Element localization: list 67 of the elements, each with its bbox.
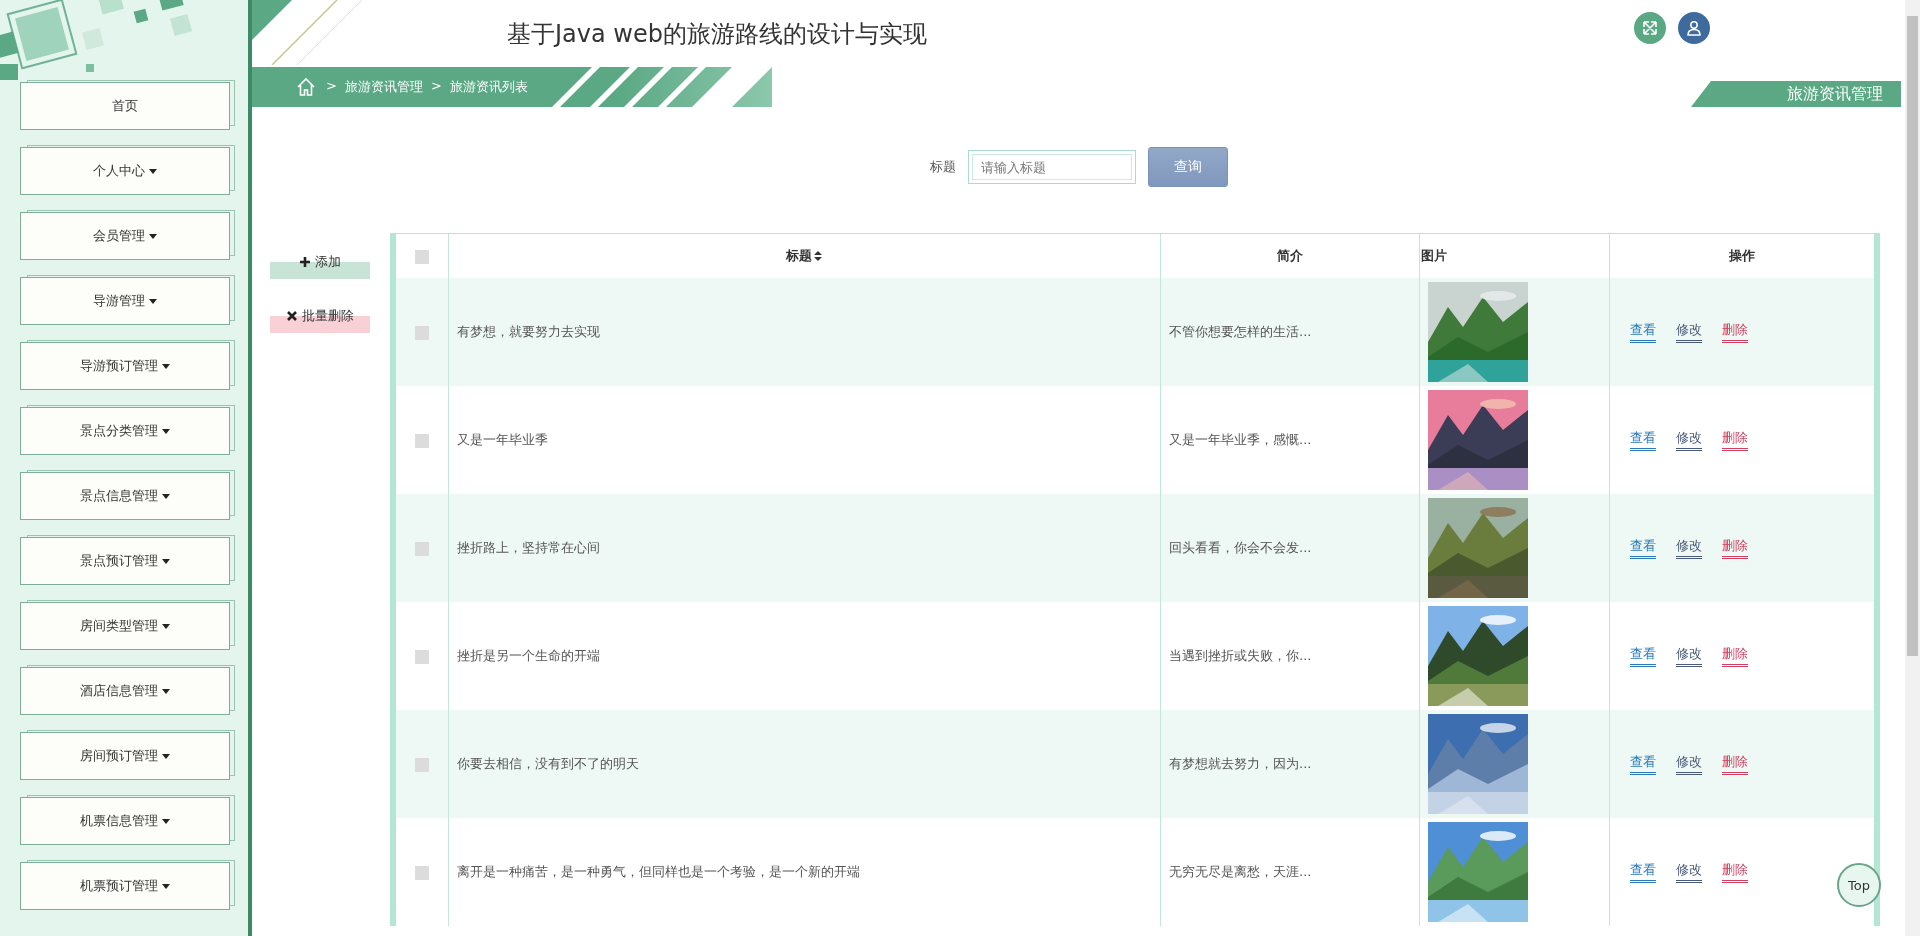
caret-icon bbox=[162, 558, 170, 564]
column-header[interactable]: 标题 bbox=[786, 247, 822, 265]
delete-link[interactable]: 删除 bbox=[1722, 861, 1748, 883]
breadcrumb-separator: > bbox=[430, 78, 442, 95]
caret-icon bbox=[149, 233, 157, 239]
caret-icon bbox=[149, 298, 157, 304]
edit-link[interactable]: 修改 bbox=[1676, 429, 1702, 451]
row-checkbox[interactable] bbox=[415, 541, 429, 556]
table-cell: 你要去相信，没有到不了的明天 bbox=[457, 756, 639, 771]
table-cell: 无穷无尽是离愁，天涯... bbox=[1169, 864, 1312, 879]
close-icon bbox=[286, 310, 298, 322]
caret-icon bbox=[162, 363, 170, 369]
edit-link[interactable]: 修改 bbox=[1676, 537, 1702, 559]
row-checkbox[interactable] bbox=[415, 865, 429, 880]
table-cell: 回头看看，你会不会发... bbox=[1169, 540, 1312, 555]
user-icon bbox=[1686, 20, 1702, 36]
caret-icon bbox=[149, 168, 157, 174]
table-cell: 挫折路上，坚持常在心间 bbox=[457, 540, 600, 555]
user-button[interactable] bbox=[1678, 12, 1710, 44]
row-checkbox[interactable] bbox=[415, 325, 429, 340]
edit-link[interactable]: 修改 bbox=[1676, 753, 1702, 775]
table-cell: 有梦想，就要努力去实现 bbox=[457, 324, 600, 339]
table-cell: 又是一年毕业季，感慨... bbox=[1169, 432, 1312, 447]
caret-icon bbox=[162, 753, 170, 759]
column-header: 操作 bbox=[1729, 247, 1755, 265]
edit-link[interactable]: 修改 bbox=[1676, 321, 1702, 343]
view-link[interactable]: 查看 bbox=[1630, 645, 1656, 667]
row-checkbox[interactable] bbox=[415, 757, 429, 772]
breadcrumb-separator: > bbox=[326, 78, 337, 95]
caret-icon bbox=[162, 883, 170, 889]
sort-icon bbox=[814, 251, 822, 261]
table-cell: 不管你想要怎样的生活... bbox=[1169, 324, 1312, 339]
select-all-checkbox[interactable] bbox=[415, 249, 429, 264]
expand-icon bbox=[1642, 20, 1658, 36]
view-link[interactable]: 查看 bbox=[1630, 537, 1656, 559]
table-cell: 当遇到挫折或失败，你... bbox=[1169, 648, 1312, 663]
fullscreen-button[interactable] bbox=[1634, 12, 1666, 44]
view-link[interactable]: 查看 bbox=[1630, 861, 1656, 883]
delete-link[interactable]: 删除 bbox=[1722, 645, 1748, 667]
caret-icon bbox=[162, 493, 170, 499]
column-header: 图片 bbox=[1421, 247, 1447, 265]
caret-icon bbox=[162, 623, 170, 629]
view-link[interactable]: 查看 bbox=[1630, 753, 1656, 775]
table-cell: 挫折是另一个生命的开端 bbox=[457, 648, 600, 663]
caret-icon bbox=[162, 818, 170, 824]
view-link[interactable]: 查看 bbox=[1630, 321, 1656, 343]
home-icon[interactable] bbox=[296, 77, 316, 97]
caret-icon bbox=[162, 428, 170, 434]
edit-link[interactable]: 修改 bbox=[1676, 645, 1702, 667]
table-cell: 有梦想就去努力，因为... bbox=[1169, 756, 1312, 771]
row-checkbox[interactable] bbox=[415, 649, 429, 664]
search-label: 标题 bbox=[929, 158, 956, 176]
scrollbar[interactable] bbox=[1905, 0, 1920, 936]
delete-link[interactable]: 删除 bbox=[1722, 321, 1748, 343]
edit-link[interactable]: 修改 bbox=[1676, 861, 1702, 883]
column-header: 简介 bbox=[1276, 247, 1303, 265]
delete-link[interactable]: 删除 bbox=[1722, 429, 1748, 451]
table-cell: 又是一年毕业季 bbox=[457, 432, 548, 447]
delete-link[interactable]: 删除 bbox=[1722, 537, 1748, 559]
table-cell: 离开是一种痛苦，是一种勇气，但同样也是一个考验，是一个新的开端 bbox=[457, 864, 860, 879]
caret-icon bbox=[162, 688, 170, 694]
delete-link[interactable]: 删除 bbox=[1722, 753, 1748, 775]
title-search-field[interactable]: 请输入标题 bbox=[967, 150, 1136, 184]
view-link[interactable]: 查看 bbox=[1630, 429, 1656, 451]
row-checkbox[interactable] bbox=[415, 433, 429, 448]
site-title: 基于Java web的旅游路线的设计与实现 bbox=[507, 19, 928, 50]
plus-icon bbox=[299, 256, 311, 268]
